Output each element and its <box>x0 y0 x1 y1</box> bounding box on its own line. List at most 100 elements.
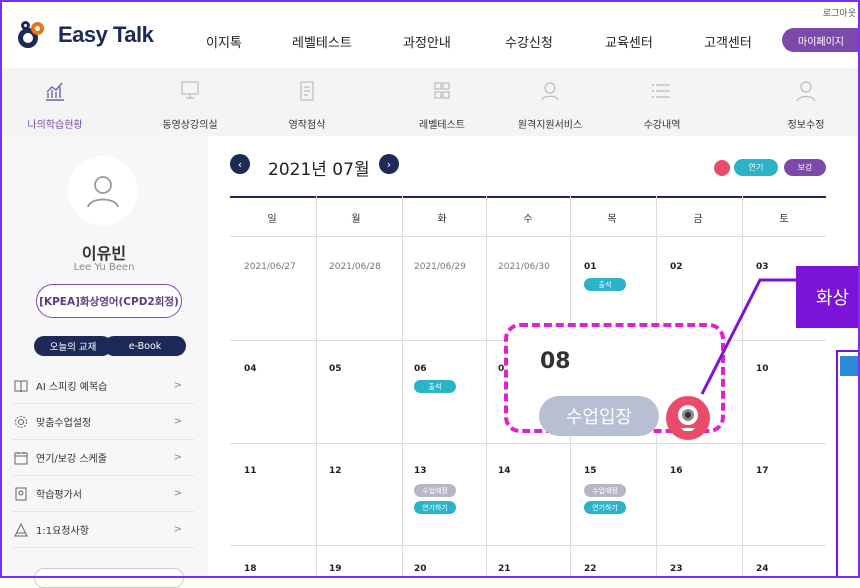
list-icon <box>652 84 670 98</box>
day-cell[interactable]: 11 <box>244 466 257 476</box>
user-name: 이유빈 <box>81 244 127 263</box>
book-icon <box>12 377 30 395</box>
chevron-right-icon: > <box>173 524 182 535</box>
next-month-button[interactable]: › <box>379 154 399 174</box>
subnav-video-lectures[interactable]: 동영상강의실 <box>150 68 230 136</box>
col-divider <box>742 196 743 578</box>
support-agent-icon <box>541 82 559 101</box>
user-icon <box>796 81 816 102</box>
enter-class-button[interactable]: 수업입장 <box>539 396 659 436</box>
day-cell[interactable]: 12 <box>329 466 342 476</box>
day-cell[interactable]: 02 <box>670 262 683 272</box>
day-cell[interactable]: 01 <box>584 262 597 272</box>
subnav-remote-support[interactable]: 원격지원서비스 <box>507 68 593 136</box>
menu-evaluation[interactable]: 학습평가서 > <box>12 476 194 512</box>
row-divider <box>230 236 826 237</box>
course-button[interactable]: [KPEA]화상영어(CPD2회정) <box>36 284 182 318</box>
weekday-wed: 수 <box>523 214 533 225</box>
day-cell[interactable]: 04 <box>244 364 257 374</box>
easytalk-logo[interactable]: Easy Talk <box>18 20 154 50</box>
weekday-mon: 월 <box>351 214 361 225</box>
day-cell[interactable]: 15 <box>584 466 597 476</box>
attend-tag: 출석 <box>584 278 626 291</box>
webcam-icon <box>678 405 698 431</box>
weekday-thu: 목 <box>607 214 617 225</box>
calendar-icon <box>12 449 30 467</box>
row-divider <box>230 545 826 546</box>
report-icon <box>12 485 30 503</box>
delay-button[interactable]: 연기하기 <box>584 501 626 514</box>
video-icon <box>181 81 199 99</box>
menu-label: 학습평가서 <box>36 490 82 501</box>
chevron-right-icon: > <box>173 452 182 463</box>
col-divider <box>316 196 317 578</box>
day-cell[interactable]: 23 <box>670 564 683 574</box>
day-cell[interactable]: 2021/06/28 <box>329 262 381 272</box>
menu-schedule[interactable]: 연기/보강 스케줄 > <box>12 440 194 476</box>
nav-leveltest[interactable]: 레벨테스트 <box>292 32 352 51</box>
day-cell[interactable]: 2021/06/29 <box>414 262 466 272</box>
weekday-sun: 일 <box>267 214 277 225</box>
day-cell[interactable]: 2021/06/27 <box>244 262 296 272</box>
logout-link[interactable]: 로그아웃 <box>823 6 856 19</box>
extra-button[interactable] <box>34 568 184 588</box>
menu-requests[interactable]: 1:1요청사항 > <box>12 512 194 548</box>
scheduled-tag: 수업예정 <box>584 484 626 497</box>
day-cell[interactable]: 05 <box>329 364 342 374</box>
day-cell[interactable]: 16 <box>670 466 683 476</box>
logo-text: Easy Talk <box>58 22 154 47</box>
col-divider <box>402 196 403 578</box>
prev-month-button[interactable]: ‹ <box>230 154 250 174</box>
day-cell[interactable]: 10 <box>756 364 769 374</box>
menu-label: 맞춤수업설정 <box>36 418 92 429</box>
nav-education[interactable]: 교육센터 <box>605 32 653 51</box>
document-icon <box>300 81 314 101</box>
day-cell[interactable]: 22 <box>584 564 597 574</box>
calendar-top-border <box>230 196 826 198</box>
todays-textbook-button[interactable]: 오늘의 교재 <box>34 336 112 356</box>
webcam-button[interactable] <box>666 396 710 440</box>
nav-enroll[interactable]: 수강신청 <box>505 32 553 51</box>
warning-icon <box>12 521 30 539</box>
delay-button[interactable]: 연기하기 <box>414 501 456 514</box>
menu-custom-settings[interactable]: 맞춤수업설정 > <box>12 404 194 440</box>
menu-ai-speaking[interactable]: AI 스피킹 예복습 > <box>12 368 194 404</box>
subnav-history[interactable]: 수강내역 <box>632 68 692 136</box>
side-panel-peek <box>836 350 860 578</box>
nav-easytalk[interactable]: 이지톡 <box>206 32 242 51</box>
mypage-button[interactable]: 마이페이지 <box>782 28 860 52</box>
menu-label: AI 스피킹 예복습 <box>36 382 108 393</box>
legend-makeup: 보강 <box>784 159 826 176</box>
day-cell[interactable]: 21 <box>498 564 511 574</box>
profile-sidebar: 이유빈 Lee Yu Been [KPEA]화상영어(CPD2회정) 오늘의 교… <box>0 136 208 588</box>
weekday-fri: 금 <box>693 214 703 225</box>
subnav-profile[interactable]: 정보수정 <box>776 68 836 136</box>
day-cell[interactable]: 13 <box>414 466 427 476</box>
day-cell[interactable]: 17 <box>756 466 769 476</box>
day-cell[interactable]: 03 <box>756 262 769 272</box>
weekday-tue: 화 <box>437 214 447 225</box>
menu-label: 연기/보강 스케줄 <box>36 454 107 465</box>
day-cell[interactable]: 24 <box>756 564 769 574</box>
weekday-sat: 토 <box>779 214 789 225</box>
day-cell[interactable]: 14 <box>498 466 511 476</box>
subnav-leveltest[interactable]: 레벨테스트 <box>407 68 477 136</box>
day-cell[interactable]: 19 <box>329 564 342 574</box>
nav-courses[interactable]: 과정안내 <box>403 32 451 51</box>
day-cell[interactable]: 2021/06/30 <box>498 262 550 272</box>
day-cell[interactable]: 20 <box>414 564 427 574</box>
ebook-button[interactable]: e-Book <box>104 336 186 356</box>
scheduled-tag: 수업예정 <box>414 484 456 497</box>
grid-icon <box>434 82 450 99</box>
zoomed-date: 08 <box>540 349 571 374</box>
day-cell[interactable]: 18 <box>244 564 257 574</box>
row-divider <box>230 443 826 444</box>
calendar-month: 2021년 07월 <box>268 160 370 180</box>
subnav-my-status[interactable]: 나의학습현황 <box>20 68 90 136</box>
chevron-right-icon: > <box>173 488 182 499</box>
nav-support[interactable]: 고객센터 <box>704 32 752 51</box>
menu-label: 1:1요청사항 <box>36 526 89 537</box>
day-cell[interactable]: 06 <box>414 364 427 374</box>
subnav-writing[interactable]: 영작첨삭 <box>277 68 337 136</box>
sub-navigation: 나의학습현황 동영상강의실 영작첨삭 레벨테스트 원격지원서비스 수강내역 정보… <box>0 68 860 136</box>
